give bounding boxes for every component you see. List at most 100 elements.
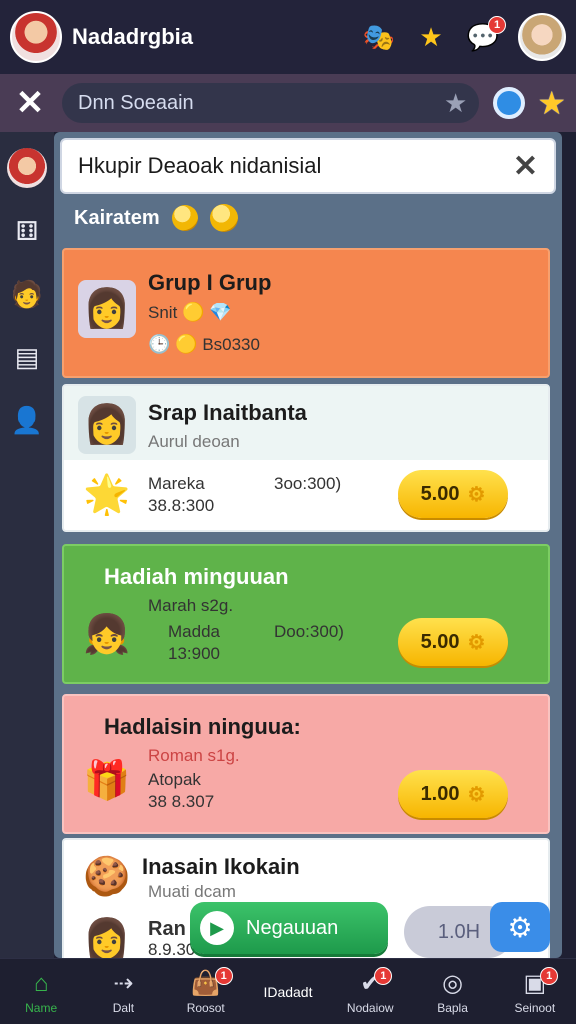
coin-icon: 🟡 xyxy=(175,334,198,354)
gear-icon: ⚙ xyxy=(467,631,486,654)
close-icon[interactable]: ✕ xyxy=(10,83,50,123)
price-button[interactable]: 5.00 ⚙ xyxy=(398,470,508,518)
check-icon: ✔ 1 xyxy=(360,966,393,999)
nav-label: Dalt xyxy=(112,1000,135,1015)
gem-icon: 💎 xyxy=(209,302,232,322)
confirm-button[interactable]: ▶ Negauuan xyxy=(190,902,388,954)
nav-dalt[interactable]: ⇢ Dalt xyxy=(82,959,164,1024)
card-title: Hadlaisin ninguua: xyxy=(104,714,301,739)
gear-icon: ⚙ xyxy=(507,911,533,943)
card-title: Inasain Ikokain xyxy=(142,854,300,879)
nav-badge: 1 xyxy=(374,966,393,985)
nav-nodaiow[interactable]: ✔ 1 Nodaiow xyxy=(329,959,411,1024)
nav-center[interactable]: IDadadt xyxy=(247,959,329,1024)
grey-label: 1.0H xyxy=(437,920,481,943)
section-label: Kairatem xyxy=(74,204,238,232)
gift-icon: 🎁 xyxy=(83,760,131,802)
chat-icon[interactable]: 💬 1 xyxy=(466,16,506,54)
app-avatar[interactable] xyxy=(10,11,62,63)
nav-label: Bapla xyxy=(437,1000,468,1015)
nav-home[interactable]: ⌂ Name xyxy=(0,959,82,1024)
item-name: Mareka xyxy=(148,474,205,493)
search-input[interactable] xyxy=(78,91,444,115)
nav-label: Nodaiow xyxy=(346,1000,394,1015)
gear-icon: ⚙ xyxy=(467,783,486,806)
card-line: Snit 🟡 💎 xyxy=(148,302,232,323)
coin-icon: 🟡 xyxy=(182,302,205,322)
card-title: Grup I Grup xyxy=(148,270,272,295)
top-bar: Nadadrgbia 🎭 ★ 💬 1 xyxy=(0,0,576,74)
profile-icon[interactable]: 🧑 xyxy=(7,274,47,314)
item-name: Atopak xyxy=(148,770,201,789)
character-icon: 👧 xyxy=(83,614,131,656)
card-subtitle: Muati dcam xyxy=(148,882,236,901)
card-line-text: Snit xyxy=(148,303,178,322)
price-label: 5.00 xyxy=(420,482,460,505)
cookie-icon: 🍪 xyxy=(83,856,131,898)
price-label: 5.00 xyxy=(420,630,460,653)
reward-card[interactable]: 👩 Srap Inaitbanta Aurul deoan 🌟 Mareka 3… xyxy=(62,384,550,532)
item-extra: 3oo:300) xyxy=(274,474,342,493)
bag-icon: 👜 1 xyxy=(191,966,233,999)
card-title: Hadiah minguuan xyxy=(104,564,289,589)
search-box[interactable]: ★ xyxy=(62,83,480,123)
nav-bapla[interactable]: ◎ Bapla xyxy=(411,959,493,1024)
item-value: 38.8:300 xyxy=(148,496,215,515)
user-icon[interactable]: 👤 xyxy=(7,400,47,440)
rule-box: Hkupir Deaoak nidanisial ✕ xyxy=(60,138,556,194)
chat-badge: 1 xyxy=(488,16,506,34)
arrow-icon: ⇢ xyxy=(113,969,134,997)
card-subtitle: Aurul deoan xyxy=(148,432,240,451)
item-extra: Doo:300) xyxy=(274,622,344,641)
nav-seinoot[interactable]: ▣ 1 Seinoot xyxy=(494,959,576,1024)
nav-badge: 1 xyxy=(214,966,233,985)
card-subtitle: Roman s1g. xyxy=(148,746,240,765)
list-icon[interactable]: ▤ xyxy=(7,337,47,377)
home-icon: ⌂ xyxy=(33,969,49,997)
coin-icon xyxy=(171,205,198,231)
reward-card[interactable]: 👩 Grup I Grup Snit 🟡 💎 🕒 🟡 Bs0330 xyxy=(62,248,550,378)
card-subtitle: Marah s2g. xyxy=(148,596,234,615)
mask-icon[interactable]: 🎭 xyxy=(362,20,396,54)
settings-fab[interactable]: ⚙ xyxy=(490,902,550,952)
price-button[interactable]: 5.00 ⚙ xyxy=(398,618,508,666)
rule-text: Hkupir Deaoak nidanisial xyxy=(78,153,322,178)
compass-icon: ◎ xyxy=(442,969,464,997)
star-icon[interactable]: ★ xyxy=(414,20,448,54)
left-rail: ⚅ 🧑 ▤ 👤 xyxy=(0,132,54,958)
character-icon: 👩 xyxy=(83,918,131,958)
reward-card[interactable]: Hadiah minguuan Marah s2g. 👧 Madda 13:90… xyxy=(62,544,550,684)
card-title: Srap Inaitbanta xyxy=(148,400,307,425)
nav-label: Name xyxy=(25,1000,58,1015)
sun-icon: 🌟 xyxy=(83,474,131,516)
user-avatar[interactable] xyxy=(518,13,566,61)
item-name: Madda xyxy=(168,622,220,641)
card-line: 🕒 🟡 Bs0330 xyxy=(148,334,260,355)
clock-icon: 🕒 xyxy=(148,334,171,354)
refresh-icon[interactable] xyxy=(493,87,526,119)
confirm-label: Negauuan xyxy=(246,916,339,939)
section-title: Kairatem xyxy=(74,206,160,229)
card-line-text: Bs0330 xyxy=(202,335,260,354)
favorite-star-icon[interactable]: ★ xyxy=(537,84,566,122)
dice-icon[interactable]: ⚅ xyxy=(7,211,47,251)
reward-card[interactable]: Hadlaisin ninguua: Roman s1g. 🎁 Atopak 3… xyxy=(62,694,550,834)
bottom-nav: ⌂ Name ⇢ Dalt 👜 1 Roosot IDadadt ✔ 1 Nodai… xyxy=(0,958,576,1024)
close-icon[interactable]: ✕ xyxy=(513,149,538,184)
nav-roosot[interactable]: 👜 1 Roosot xyxy=(165,959,247,1024)
item-value: 13:900 xyxy=(168,644,220,663)
search-row: ✕ ★ ★ xyxy=(0,74,576,132)
item-value: 38 8.307 xyxy=(148,792,215,811)
character-icon: 👩 xyxy=(78,280,136,338)
price-label: 1.00 xyxy=(420,782,460,805)
character-icon: 👩 xyxy=(78,396,136,454)
rail-avatar[interactable] xyxy=(7,148,47,188)
price-button[interactable]: 1.00 ⚙ xyxy=(398,770,508,818)
box-icon: ▣ 1 xyxy=(523,966,559,999)
coin-icon xyxy=(209,204,238,232)
star-outline-icon[interactable]: ★ xyxy=(444,88,467,119)
app-title: Nadadrgbia xyxy=(72,24,194,49)
play-icon: ▶ xyxy=(200,911,234,945)
nav-center-label: IDadadt xyxy=(263,983,313,1000)
nav-label: Roosot xyxy=(186,1000,225,1015)
